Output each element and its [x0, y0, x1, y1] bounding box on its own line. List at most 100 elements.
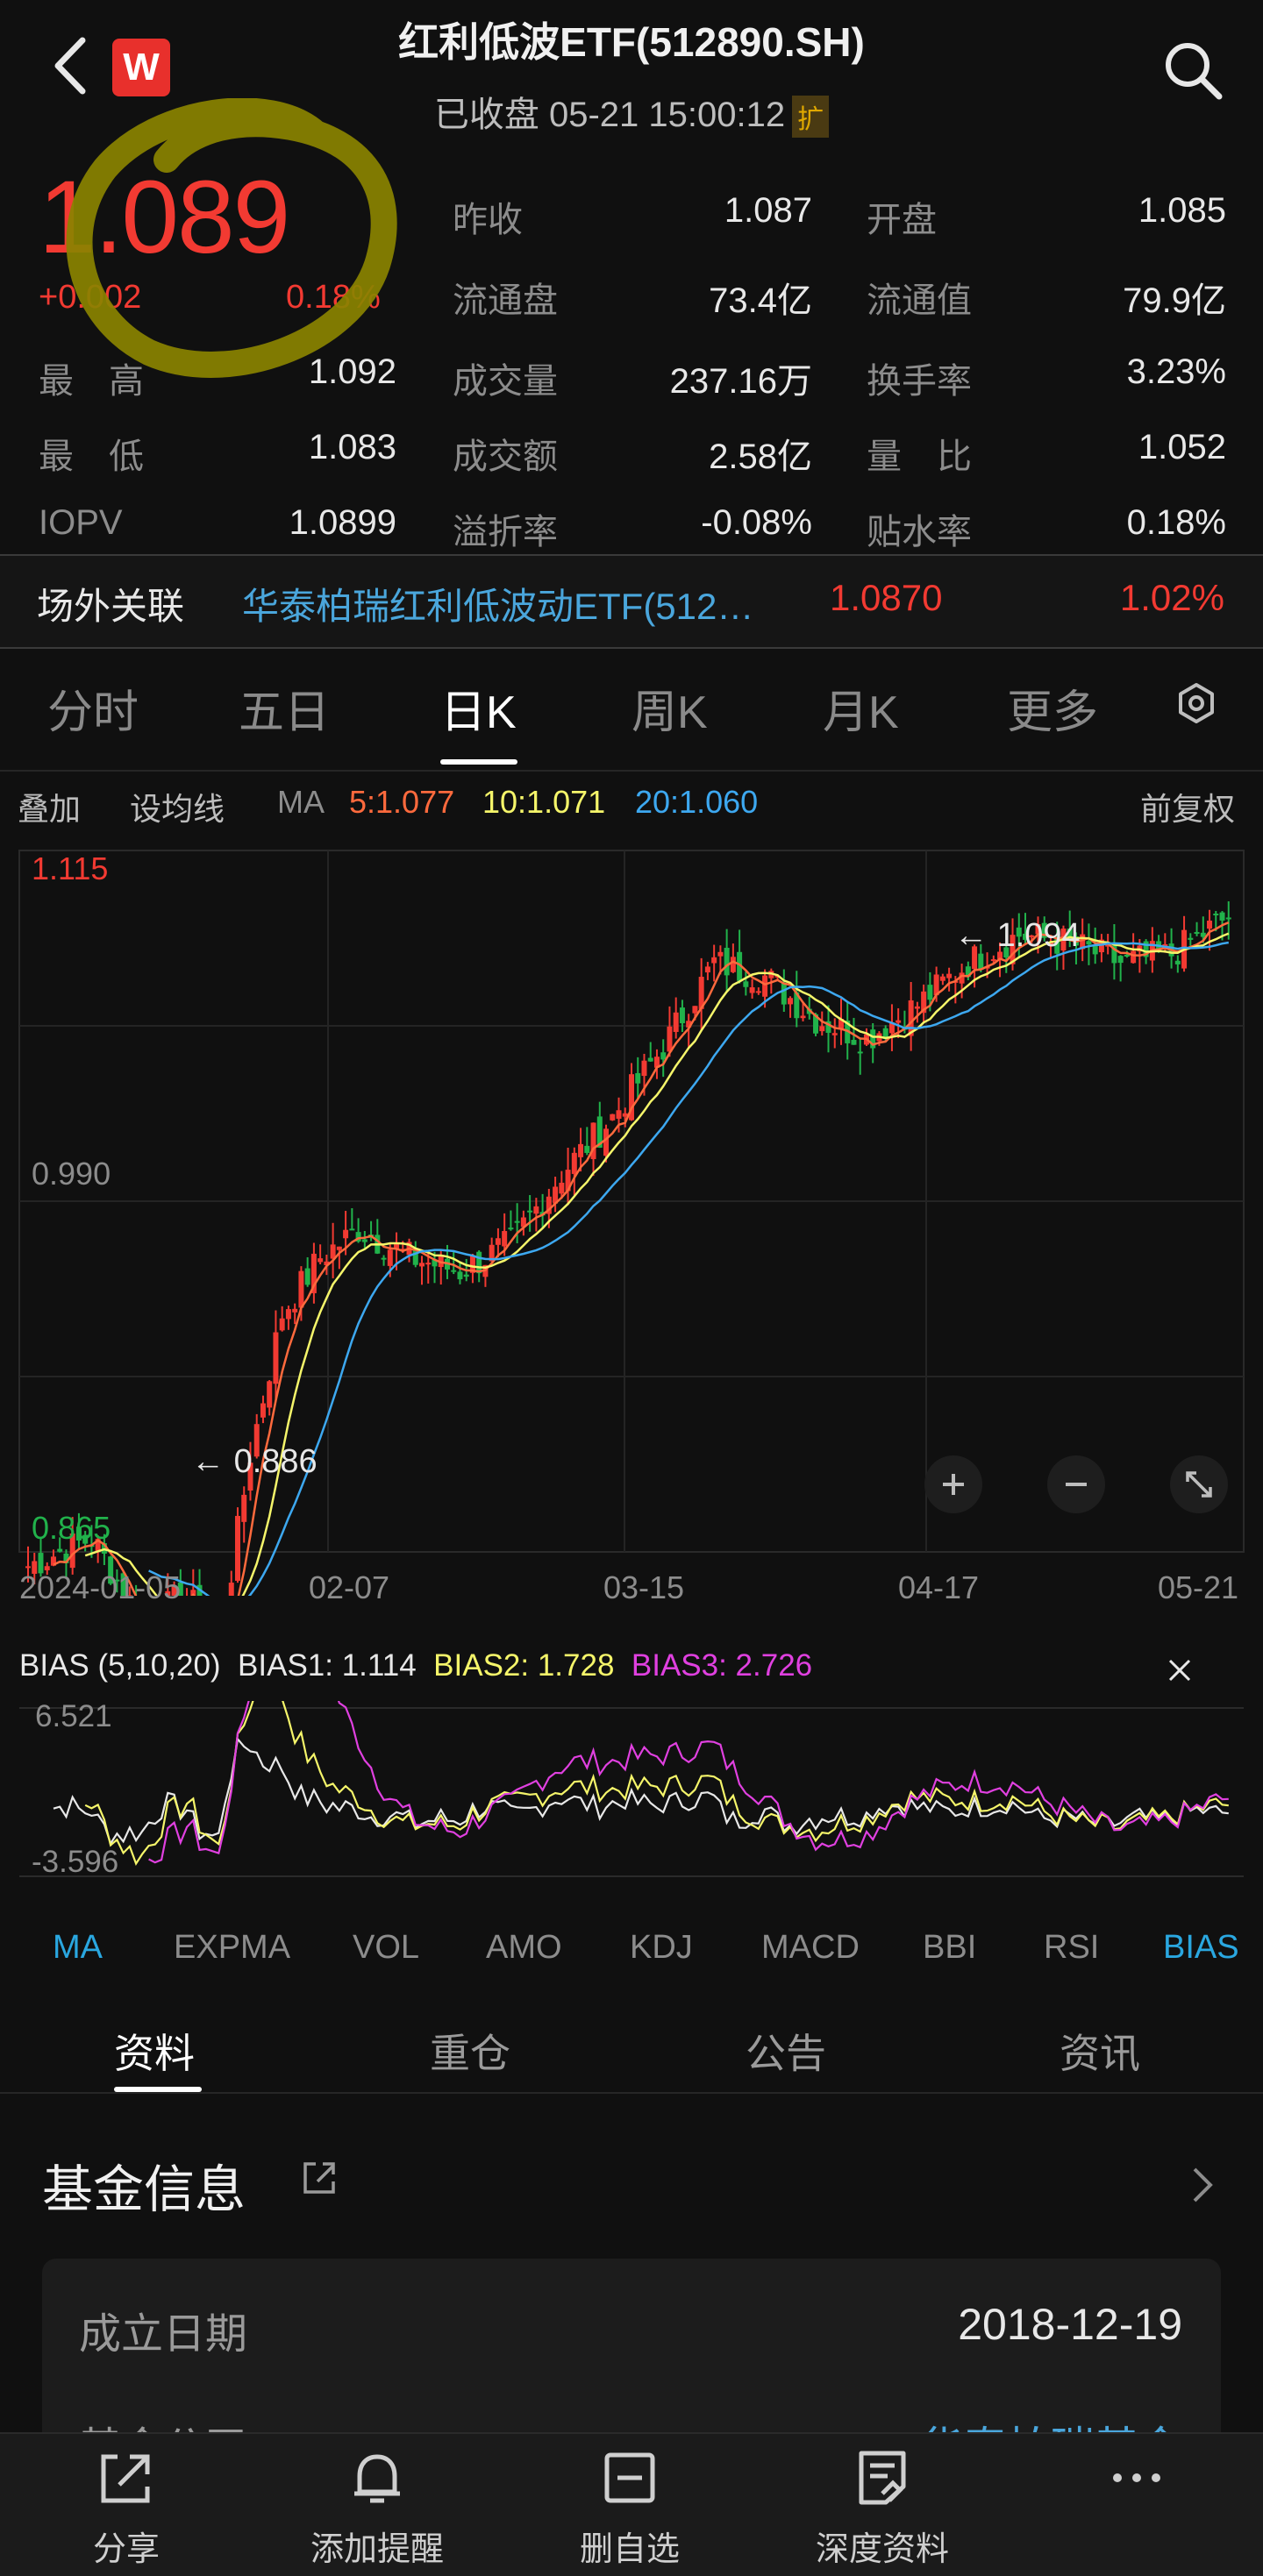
- candle-body: [514, 1220, 520, 1223]
- candle-body: [527, 1210, 533, 1213]
- ma10-value: 10:1.071: [482, 784, 606, 820]
- bias3-value: BIAS3: 2.726: [631, 1648, 813, 1683]
- indicator-ma[interactable]: MA: [53, 1929, 103, 1967]
- divider: [0, 2092, 1263, 2094]
- candle-body: [781, 982, 787, 1005]
- indicator-amo[interactable]: AMO: [486, 1929, 562, 1967]
- close-icon[interactable]: [1163, 1654, 1196, 1687]
- candle-body: [292, 1308, 298, 1313]
- candle-body: [819, 1026, 825, 1032]
- tab-holdings[interactable]: 重仓: [430, 2022, 510, 2080]
- candle-body: [381, 1257, 387, 1260]
- indicator-bbi[interactable]: BBI: [923, 1929, 976, 1967]
- iopv-value: 1.0899: [289, 503, 396, 542]
- candle-body: [571, 1152, 577, 1174]
- float-value-value: 79.9亿: [1123, 281, 1226, 320]
- tab-intraday[interactable]: 分时: [47, 675, 139, 741]
- candle-body: [610, 1114, 616, 1121]
- candle-body: [711, 957, 717, 964]
- candle-body: [704, 966, 710, 973]
- prev-close-label: 昨收: [453, 201, 523, 239]
- candle-body: [584, 1145, 590, 1153]
- candle-body: [502, 1231, 508, 1247]
- adjust-mode-button[interactable]: 前复权: [1140, 784, 1235, 829]
- page-title: 红利低波ETF(512890.SH): [398, 19, 865, 65]
- tab-profile[interactable]: 资料: [114, 2022, 195, 2080]
- indicator-expma[interactable]: EXPMA: [174, 1929, 290, 1967]
- fullscreen-button[interactable]: [1170, 1455, 1228, 1513]
- zoom-in-button[interactable]: [924, 1455, 982, 1513]
- candle-body: [298, 1270, 304, 1308]
- indicator-kdj[interactable]: KDJ: [630, 1929, 693, 1967]
- float-value-label: 流通值: [867, 281, 972, 320]
- candle-body: [349, 1228, 355, 1231]
- candle-body: [641, 1060, 647, 1077]
- share-label: 分享: [92, 2531, 160, 2568]
- otc-fund-name[interactable]: 华泰柏瑞红利低波动ETF(512…: [242, 577, 753, 630]
- tab-announcements[interactable]: 公告: [746, 2022, 826, 2080]
- fund-info-title: 基金信息: [42, 2161, 246, 2218]
- add-alert-label: 添加提醒: [310, 2531, 444, 2568]
- discount-value: 0.18%: [1126, 503, 1226, 542]
- bell-icon: [354, 2454, 400, 2503]
- tab-five-day[interactable]: 五日: [239, 675, 330, 741]
- tab-news[interactable]: 资讯: [1060, 2022, 1140, 2080]
- chevron-right-icon[interactable]: [1189, 2164, 1216, 2206]
- set-ma-button[interactable]: 设均线: [130, 784, 225, 829]
- candle-body: [1207, 920, 1213, 929]
- candle-body: [800, 1015, 806, 1019]
- bias-chart[interactable]: [0, 1701, 1263, 1885]
- active-tab-indicator: [440, 759, 517, 765]
- low-label: 最 低: [39, 438, 144, 476]
- candle-body: [831, 1033, 838, 1035]
- tab-weekly-k[interactable]: 周K: [632, 675, 708, 741]
- candle-body: [857, 1051, 863, 1054]
- candle-body: [616, 1110, 622, 1119]
- volume-value: 237.16万: [669, 362, 812, 401]
- candle-body: [343, 1229, 349, 1239]
- candle-body: [451, 1270, 457, 1272]
- low-value: 1.083: [308, 428, 396, 466]
- ma-label: MA: [277, 784, 325, 820]
- date-label-3: 03-15: [603, 1569, 685, 1605]
- high-marker: ← 1.094: [954, 917, 1081, 954]
- indicator-rsi[interactable]: RSI: [1044, 1929, 1099, 1967]
- search-icon[interactable]: [1161, 39, 1224, 102]
- candle-body: [304, 1268, 310, 1285]
- otc-related-row[interactable]: 场外关联 华泰柏瑞红利低波动ETF(512… 1.0870 1.02%: [0, 554, 1263, 649]
- zoom-out-button[interactable]: [1047, 1455, 1105, 1513]
- plus-icon: [943, 1474, 964, 1495]
- candle-body: [603, 1128, 610, 1156]
- indicator-macd[interactable]: MACD: [761, 1929, 860, 1967]
- candle-body: [990, 959, 996, 962]
- candle-body: [1200, 932, 1206, 937]
- divider: [0, 770, 1263, 772]
- otc-related-label: 场外关联: [37, 586, 185, 627]
- expand-badge[interactable]: 扩: [792, 96, 830, 139]
- premium-label: 溢折率: [453, 513, 558, 551]
- overlay-button[interactable]: 叠加: [18, 784, 81, 829]
- volume-ratio-label: 量 比: [867, 438, 972, 476]
- candle-body: [387, 1249, 393, 1266]
- tab-monthly-k[interactable]: 月K: [823, 675, 899, 741]
- market-status-text: 已收盘 05-21 15:00:12: [433, 96, 786, 134]
- candle-body: [762, 975, 768, 997]
- turnover-amount-label: 成交额: [453, 438, 558, 476]
- bottom-navigation: 分享 添加提醒 删自选 深度资料 更多: [0, 2432, 1263, 2576]
- external-link-icon[interactable]: [298, 2157, 340, 2199]
- prev-close-value: 1.087: [724, 191, 812, 230]
- settings-gear-icon[interactable]: [1175, 682, 1217, 724]
- candle-body: [673, 1012, 679, 1032]
- indicator-bias[interactable]: BIAS: [1163, 1929, 1239, 1967]
- bias2-line: [84, 1701, 1229, 1866]
- candle-body: [679, 1007, 685, 1024]
- bias-title: BIAS (5,10,20): [19, 1648, 221, 1683]
- candle-body: [1174, 960, 1181, 964]
- tab-daily-k[interactable]: 日K: [440, 675, 517, 741]
- indicator-vol[interactable]: VOL: [353, 1929, 419, 1967]
- period-tabs: 分时 五日 日K 周K 月K 更多: [0, 675, 1263, 763]
- expand-icon: [1186, 1471, 1212, 1498]
- candle-body: [692, 1006, 698, 1014]
- candle-body: [1194, 932, 1200, 935]
- tab-more[interactable]: 更多: [1007, 675, 1098, 741]
